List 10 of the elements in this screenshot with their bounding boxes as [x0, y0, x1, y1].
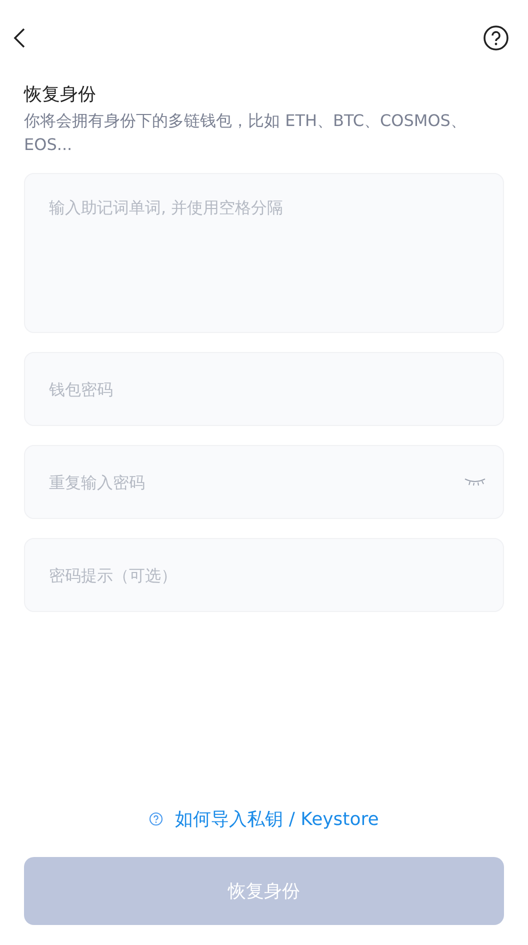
question-icon — [149, 812, 164, 826]
page-title: 恢复身份 — [24, 83, 97, 107]
password-field[interactable]: 重复输入密码 — [24, 445, 504, 519]
hint-field[interactable]: 密码提示（可选） — [24, 538, 504, 612]
back-button[interactable] — [12, 27, 26, 49]
password-field[interactable]: 钱包密码 — [24, 352, 504, 426]
mnemonic-field[interactable]: 输入助记词单词, 并使用空格分隔 — [24, 173, 504, 333]
import-help-link[interactable]: 如何导入私钥 / Keystore — [149, 807, 379, 831]
help-button[interactable] — [483, 25, 509, 51]
description-text: 你将会拥有身份下的多链钱包，比如 ETH、BTC、COSMOS、EOS... — [24, 110, 468, 156]
